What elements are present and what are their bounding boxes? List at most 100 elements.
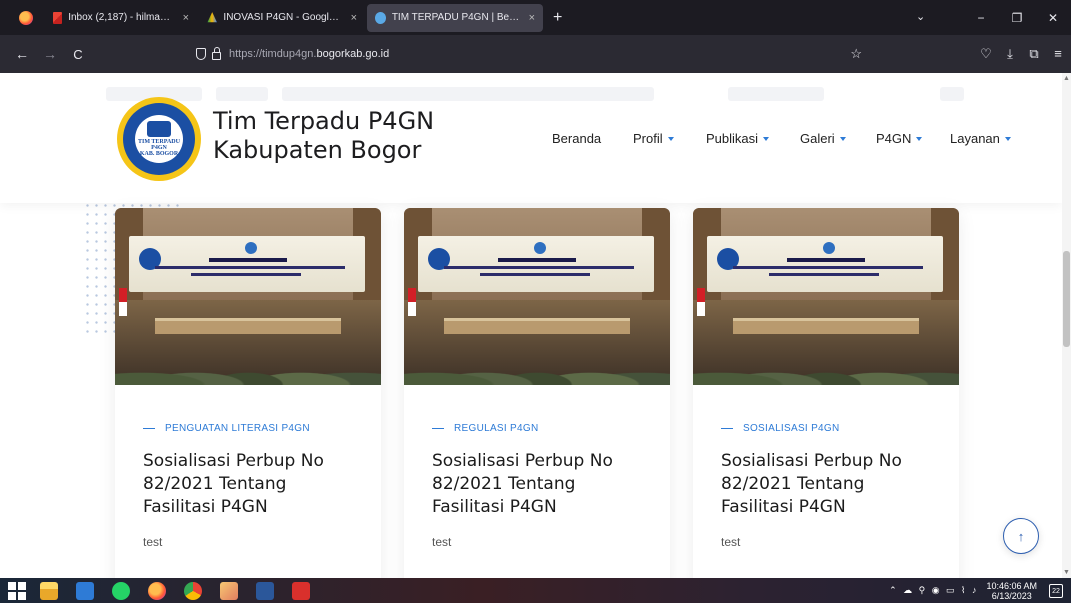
list-all-tabs-button[interactable]: ⌄ [916,10,925,23]
site-logo[interactable]: TIM TERPADU P4GN KAB. BOGOR [117,97,201,181]
menu-item-publikasi[interactable]: Publikasi [706,131,770,146]
file-explorer-icon[interactable] [36,581,62,601]
menu-item-beranda[interactable]: Beranda [552,131,601,146]
back-button[interactable]: ← [10,46,34,62]
tab-google-drive[interactable]: INOVASI P4GN - Google Drive × [199,4,365,32]
toolbar-icons: ♡ ⤓ ⧉ ≡ [977,46,1067,62]
url-bar[interactable]: https:// timdup4gn. bogorkab.go.id ☆ [184,40,870,68]
page-scrollbar[interactable]: ▲ ▼ [1062,73,1071,578]
menu-item-label: Profil [633,131,663,146]
menu-item-profil[interactable]: Profil [633,131,674,146]
url-protocol: https:// [229,48,263,60]
chevron-down-icon [763,136,770,141]
page-viewport[interactable]: TIM TERPADU P4GN KAB. BOGOR Tim Terpadu … [0,73,1071,578]
post-category-label: PENGUATAN LITERASI P4GN [165,423,310,434]
new-tab-button[interactable]: + [553,9,562,27]
arrow-up-icon: ↑ [1017,528,1025,544]
scroll-down-arrow-icon[interactable]: ▼ [1063,569,1070,576]
bookmark-star-icon[interactable]: ☆ [850,46,862,62]
close-window-button[interactable]: ✕ [1035,11,1071,25]
post-title[interactable]: Sosialisasi Perbup No 82/2021 Tentang Fa… [721,450,931,519]
menu-item-label: Layanan [950,131,1000,146]
faded-topbar-item [282,87,654,101]
download-icon[interactable]: ⤓ [1001,46,1019,62]
post-card[interactable]: REGULASI P4GN Sosialisasi Perbup No 82/2… [404,208,670,578]
close-tab-icon[interactable]: × [351,12,357,24]
close-tab-icon[interactable]: × [183,12,189,24]
acrobat-icon[interactable] [288,581,314,601]
tab-gmail[interactable]: Inbox (2,187) - hilmanrizkyy@g × [45,4,197,32]
chevron-down-icon [839,136,846,141]
chrome-icon[interactable] [180,581,206,601]
lock-icon[interactable] [212,47,221,60]
firefox-icon[interactable] [144,581,170,601]
tab-title: INOVASI P4GN - Google Drive [223,12,342,23]
logo-text: KAB. BOGOR [139,151,179,157]
menu-item-p4gn[interactable]: P4GN [876,131,923,146]
post-image[interactable] [404,208,670,385]
extensions-icon[interactable]: ⧉ [1025,46,1043,62]
tracking-protection-icon[interactable] [196,48,206,60]
dash-icon [721,427,733,430]
post-image[interactable] [693,208,959,385]
tab-title: TIM TERPADU P4GN | Beranda [391,12,521,23]
faded-topbar-item [940,87,964,101]
post-excerpt: test [721,535,741,549]
post-category[interactable]: REGULASI P4GN [432,423,642,434]
tab-tim-terpadu[interactable]: TIM TERPADU P4GN | Beranda × [367,3,543,32]
browser-tab-strip: Inbox (2,187) - hilmanrizkyy@g × INOVASI… [0,0,1071,35]
minimize-button[interactable]: − [963,11,999,25]
chevron-down-icon [916,136,923,141]
menu-icon[interactable]: ≡ [1049,46,1067,62]
url-subdomain: timdup4gn. [262,48,317,60]
store-icon[interactable] [72,581,98,601]
word-icon[interactable] [252,581,278,601]
notification-icon[interactable]: 22 [1049,583,1063,598]
post-image[interactable] [115,208,381,385]
scroll-up-arrow-icon[interactable]: ▲ [1063,75,1070,82]
clock-date: 6/13/2023 [991,590,1032,601]
taskbar: ⌃ ☁ ⚲ ◉ ▭ ⌇ ♪ 10:46:06 AM 6/13/2023 22 [0,578,1071,603]
photos-icon[interactable] [216,581,242,601]
pocket-icon[interactable]: ♡ [977,46,995,62]
post-category[interactable]: SOSIALISASI P4GN [721,423,931,434]
post-category-label: REGULASI P4GN [454,423,539,434]
clock-time: 10:46:06 AM [986,580,1037,591]
window-controls: − ❐ ✕ [963,0,1071,35]
post-title[interactable]: Sosialisasi Perbup No 82/2021 Tentang Fa… [143,450,353,519]
menu-item-label: Galeri [800,131,835,146]
site-header: TIM TERPADU P4GN KAB. BOGOR Tim Terpadu … [0,73,1062,203]
back-to-top-button[interactable]: ↑ [1003,518,1039,554]
close-tab-icon[interactable]: × [529,12,535,24]
menu-item-label: Beranda [552,131,602,146]
site-title[interactable]: Tim Terpadu P4GN Kabupaten Bogor [213,107,434,165]
navigation-bar: ← → C https:// timdup4gn. bogorkab.go.id… [0,35,1071,73]
whatsapp-icon[interactable] [108,581,134,601]
windows-start-icon[interactable] [8,581,26,600]
tab-title: Inbox (2,187) - hilmanrizkyy@g [68,12,174,23]
chevron-down-icon [667,136,674,141]
post-category[interactable]: PENGUATAN LITERASI P4GN [143,423,353,434]
clock[interactable]: 10:46:06 AM 6/13/2023 [986,581,1037,601]
dash-icon [143,427,155,430]
menu-item-galeri[interactable]: Galeri [800,131,846,146]
post-card[interactable]: PENGUATAN LITERASI P4GN Sosialisasi Perb… [115,208,381,578]
menu-item-layanan[interactable]: Layanan [950,131,1011,146]
forward-button[interactable]: → [38,46,62,62]
gmail-icon [53,11,63,24]
system-tray: ⌃ ☁ ⚲ ◉ ▭ ⌇ ♪ 10:46:06 AM 6/13/2023 22 [889,578,1071,603]
post-excerpt: test [432,535,452,549]
scrollbar-thumb[interactable] [1063,251,1070,347]
site-favicon-icon [375,11,386,24]
chevron-down-icon [1004,136,1011,141]
firefox-icon [19,10,33,25]
restore-button[interactable]: ❐ [999,11,1035,25]
post-title[interactable]: Sosialisasi Perbup No 82/2021 Tentang Fa… [432,450,642,519]
post-excerpt: test [143,535,163,549]
reload-button[interactable]: C [66,47,90,62]
tray-icons[interactable]: ⌃ ☁ ⚲ ◉ ▭ ⌇ ♪ [889,585,978,596]
post-card[interactable]: SOSIALISASI P4GN Sosialisasi Perbup No 8… [693,208,959,578]
menu-item-label: Publikasi [706,131,759,146]
faded-topbar-item [216,87,268,101]
site-title-line: Tim Terpadu P4GN [213,107,435,135]
